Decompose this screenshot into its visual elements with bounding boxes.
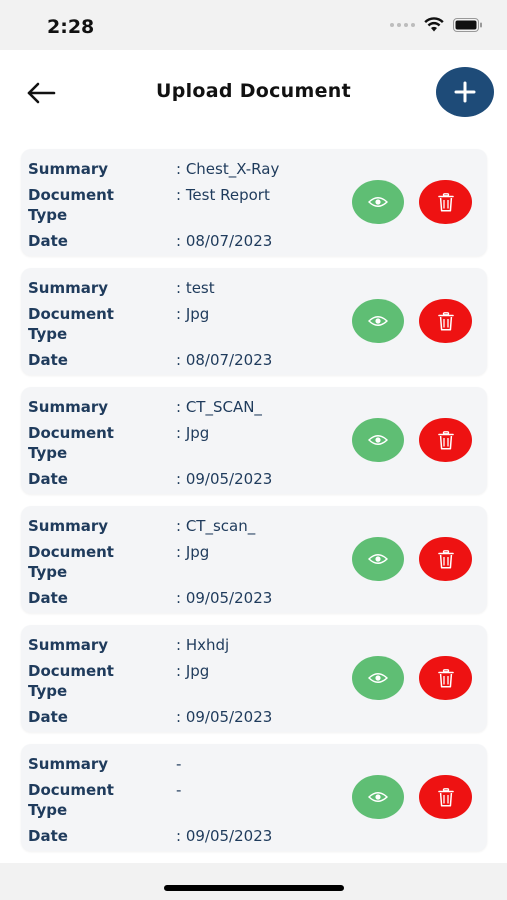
document-type-label-line2: Type	[28, 563, 68, 581]
document-type-label-line2: Type	[28, 325, 68, 343]
trash-icon	[437, 192, 454, 212]
date-label: Date	[28, 351, 68, 369]
summary-label: Summary	[28, 517, 109, 535]
document-type-label-line1: Document	[28, 662, 114, 680]
delete-button[interactable]	[419, 656, 472, 700]
summary-label: Summary	[28, 160, 109, 178]
date-value: : 08/07/2023	[176, 351, 273, 369]
delete-button[interactable]	[419, 418, 472, 462]
document-type-value: : Test Report	[176, 186, 270, 204]
view-button[interactable]	[352, 775, 404, 819]
summary-value: : test	[176, 279, 215, 297]
summary-value: : CT_scan_	[176, 517, 256, 535]
delete-button[interactable]	[419, 180, 472, 224]
eye-icon	[368, 673, 388, 683]
summary-value: -	[176, 755, 182, 773]
document-card: Summary Document Type Date : Hxhdj : Jpg…	[21, 625, 487, 732]
document-card: Summary Document Type Date : Chest_X-Ray…	[21, 149, 487, 256]
document-type-label-line2: Type	[28, 206, 68, 224]
trash-icon	[437, 787, 454, 807]
status-icons	[390, 17, 483, 32]
date-value: : 09/05/2023	[176, 470, 273, 488]
document-type-value: : Jpg	[176, 662, 210, 680]
date-value: : 09/05/2023	[176, 827, 273, 845]
trash-icon	[437, 430, 454, 450]
date-label: Date	[28, 827, 68, 845]
summary-label: Summary	[28, 398, 109, 416]
view-button[interactable]	[352, 656, 404, 700]
delete-button[interactable]	[419, 537, 472, 581]
document-type-label-line1: Document	[28, 543, 114, 561]
document-type-label-line1: Document	[28, 781, 114, 799]
eye-icon	[368, 197, 388, 207]
view-button[interactable]	[352, 180, 404, 224]
document-type-label-line2: Type	[28, 682, 68, 700]
view-button[interactable]	[352, 537, 404, 581]
battery-icon	[453, 17, 482, 32]
trash-icon	[437, 311, 454, 331]
date-label: Date	[28, 470, 68, 488]
summary-value: : Hxhdj	[176, 636, 230, 654]
summary-value: : CT_SCAN_	[176, 398, 262, 416]
document-card: Summary Document Type Date - - : 09/05/2…	[21, 744, 487, 851]
delete-button[interactable]	[419, 775, 472, 819]
status-time: 2:28	[47, 16, 95, 38]
document-list: Summary Document Type Date : Chest_X-Ray…	[21, 149, 487, 863]
plus-icon	[454, 81, 476, 103]
document-type-value: : Jpg	[176, 424, 210, 442]
document-type-label-line2: Type	[28, 801, 68, 819]
eye-icon	[368, 316, 388, 326]
document-card: Summary Document Type Date : test : Jpg …	[21, 268, 487, 375]
document-type-value: : Jpg	[176, 305, 210, 323]
delete-button[interactable]	[419, 299, 472, 343]
trash-icon	[437, 549, 454, 569]
document-type-label-line2: Type	[28, 444, 68, 462]
document-type-label-line1: Document	[28, 186, 114, 204]
document-type-value: -	[176, 781, 182, 799]
date-value: : 08/07/2023	[176, 232, 273, 250]
view-button[interactable]	[352, 418, 404, 462]
eye-icon	[368, 792, 388, 802]
summary-value: : Chest_X-Ray	[176, 160, 280, 178]
app-header: Upload Document	[0, 50, 507, 140]
eye-icon	[368, 554, 388, 564]
document-card: Summary Document Type Date : CT_SCAN_ : …	[21, 387, 487, 494]
date-value: : 09/05/2023	[176, 589, 273, 607]
home-indicator[interactable]	[164, 885, 344, 891]
view-button[interactable]	[352, 299, 404, 343]
summary-label: Summary	[28, 636, 109, 654]
trash-icon	[437, 668, 454, 688]
document-card: Summary Document Type Date : CT_scan_ : …	[21, 506, 487, 613]
eye-icon	[368, 435, 388, 445]
document-type-label-line1: Document	[28, 424, 114, 442]
date-label: Date	[28, 708, 68, 726]
wifi-icon	[424, 17, 444, 32]
summary-label: Summary	[28, 279, 109, 297]
status-bar: 2:28	[0, 0, 507, 50]
date-label: Date	[28, 589, 68, 607]
page-title: Upload Document	[155, 80, 352, 102]
bottom-bar	[0, 863, 507, 900]
signal-dots-icon	[390, 22, 415, 27]
add-document-button[interactable]	[436, 67, 494, 117]
document-type-value: : Jpg	[176, 543, 210, 561]
document-type-label-line1: Document	[28, 305, 114, 323]
date-value: : 09/05/2023	[176, 708, 273, 726]
summary-label: Summary	[28, 755, 109, 773]
date-label: Date	[28, 232, 68, 250]
